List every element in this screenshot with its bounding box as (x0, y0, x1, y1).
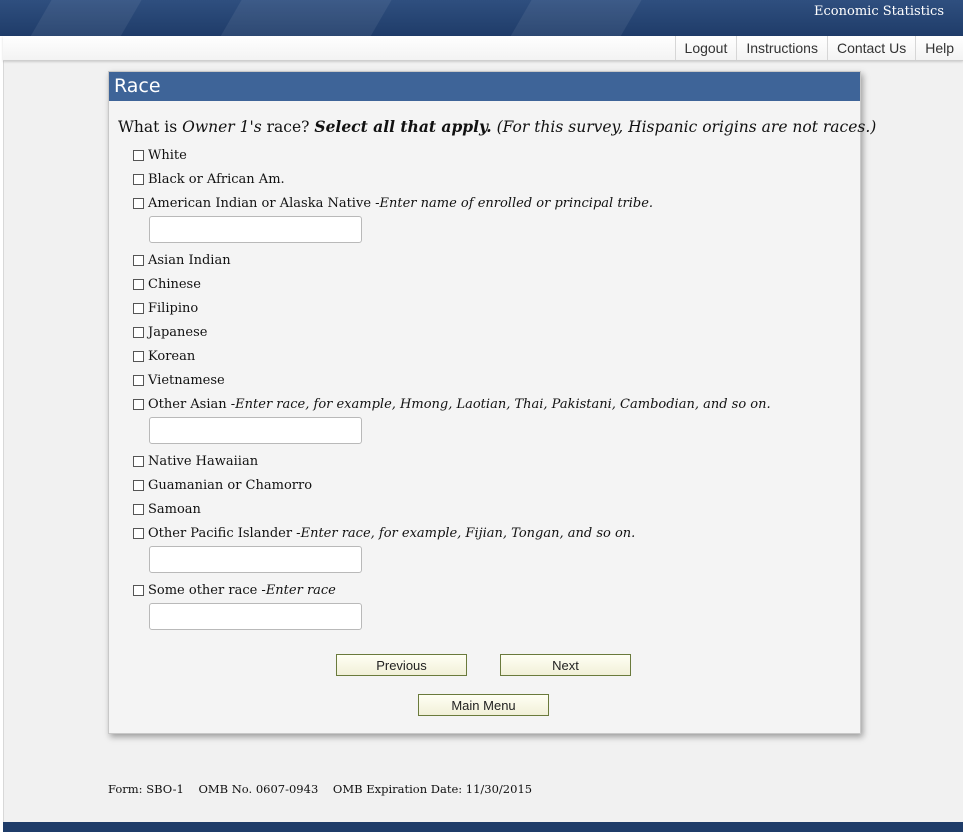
japanese-checkbox[interactable] (133, 326, 144, 338)
logout-link[interactable]: Logout (674, 36, 737, 60)
vietnamese-checkbox[interactable] (133, 374, 144, 386)
bottom-bar (3, 822, 963, 832)
panel-title: Race (109, 72, 860, 101)
banner-decoration (502, 0, 648, 36)
option-filipino: Filipino (133, 299, 198, 317)
option-label: Korean (148, 348, 196, 364)
option-label: Black or African Am. (148, 171, 285, 187)
option-label: Samoan (148, 501, 201, 517)
guamanian-checkbox[interactable] (133, 479, 144, 491)
filipino-checkbox[interactable] (133, 302, 144, 314)
nav-links: Logout Instructions Contact Us Help (674, 36, 963, 60)
option-label: Japanese (148, 324, 208, 340)
omb-expiration: OMB Expiration Date: 11/30/2015 (332, 782, 533, 796)
option-label: White (148, 147, 187, 163)
race-panel: Race What is Owner 1's race? Select all … (108, 71, 876, 734)
option-some-other: Some other race - Enter race (133, 581, 336, 599)
question-owner: Owner 1's (182, 118, 262, 136)
option-label: Other Pacific Islander - (148, 525, 301, 541)
samoan-checkbox[interactable] (133, 503, 144, 515)
option-label: Asian Indian (148, 252, 231, 268)
question-prefix: What is (118, 118, 183, 136)
question-select-all: Select all that apply. (314, 117, 492, 136)
form-number: Form: SBO-1 (108, 782, 184, 796)
option-vietnamese: Vietnamese (133, 371, 225, 389)
option-label: Chinese (148, 276, 201, 292)
question-middle: race? (261, 118, 315, 136)
option-hint: Enter race, for example, Hmong, Laotian,… (235, 396, 771, 412)
next-button[interactable]: Next (500, 654, 631, 676)
other-asian-checkbox[interactable] (133, 398, 144, 410)
option-white: White (133, 146, 187, 164)
option-label: Guamanian or Chamorro (148, 477, 313, 493)
white-checkbox[interactable] (133, 149, 144, 161)
banner-decoration (212, 0, 398, 36)
top-nav: Logout Instructions Contact Us Help (3, 36, 963, 61)
option-black: Black or African Am. (133, 170, 285, 188)
native-hawaiian-checkbox[interactable] (133, 455, 144, 467)
other-pacific-input[interactable] (149, 546, 362, 573)
option-label: Filipino (148, 300, 199, 316)
option-hint: Enter name of enrolled or principal trib… (379, 195, 654, 211)
option-japanese: Japanese (133, 323, 207, 341)
help-link[interactable]: Help (915, 36, 963, 60)
option-label: Native Hawaiian (148, 453, 259, 469)
option-guamanian: Guamanian or Chamorro (133, 476, 312, 494)
option-korean: Korean (133, 347, 195, 365)
option-hint: Enter race (265, 582, 336, 598)
other-asian-input[interactable] (149, 417, 362, 444)
option-other-asian: Other Asian - Enter race, for example, H… (133, 395, 771, 413)
some-other-input[interactable] (149, 603, 362, 630)
option-native-hawaiian: Native Hawaiian (133, 452, 258, 470)
previous-button[interactable]: Previous (336, 654, 467, 676)
black-checkbox[interactable] (133, 173, 144, 185)
left-edge (0, 36, 4, 832)
asian-indian-checkbox[interactable] (133, 254, 144, 266)
question-note: (For this survey, Hispanic origins are n… (491, 118, 877, 136)
site-banner: Economic Statistics (0, 0, 963, 36)
contact-us-link[interactable]: Contact Us (826, 36, 915, 60)
option-american-indian: American Indian or Alaska Native - Enter… (133, 194, 653, 212)
main-menu-button[interactable]: Main Menu (418, 694, 549, 716)
banner-title: Economic Statistics (814, 4, 944, 19)
option-asian-indian: Asian Indian (133, 251, 231, 269)
question-text: What is Owner 1's race? Select all that … (118, 117, 876, 136)
banner-decoration (22, 0, 148, 36)
option-label: American Indian or Alaska Native - (148, 195, 380, 211)
option-other-pacific: Other Pacific Islander - Enter race, for… (133, 524, 635, 542)
american-indian-checkbox[interactable] (133, 197, 144, 209)
option-label: Some other race - (148, 582, 266, 598)
tribe-input[interactable] (149, 216, 362, 243)
korean-checkbox[interactable] (133, 350, 144, 362)
option-label: Other Asian - (148, 396, 236, 412)
option-chinese: Chinese (133, 275, 201, 293)
instructions-link[interactable]: Instructions (736, 36, 827, 60)
chinese-checkbox[interactable] (133, 278, 144, 290)
some-other-checkbox[interactable] (133, 584, 144, 596)
option-label: Vietnamese (148, 372, 225, 388)
option-samoan: Samoan (133, 500, 201, 518)
omb-number: OMB No. 0607-0943 (198, 782, 319, 796)
option-hint: Enter race, for example, Fijian, Tongan,… (300, 525, 636, 541)
other-pacific-checkbox[interactable] (133, 527, 144, 539)
form-info: Form: SBO-1 OMB No. 0607-0943 OMB Expira… (108, 782, 532, 796)
